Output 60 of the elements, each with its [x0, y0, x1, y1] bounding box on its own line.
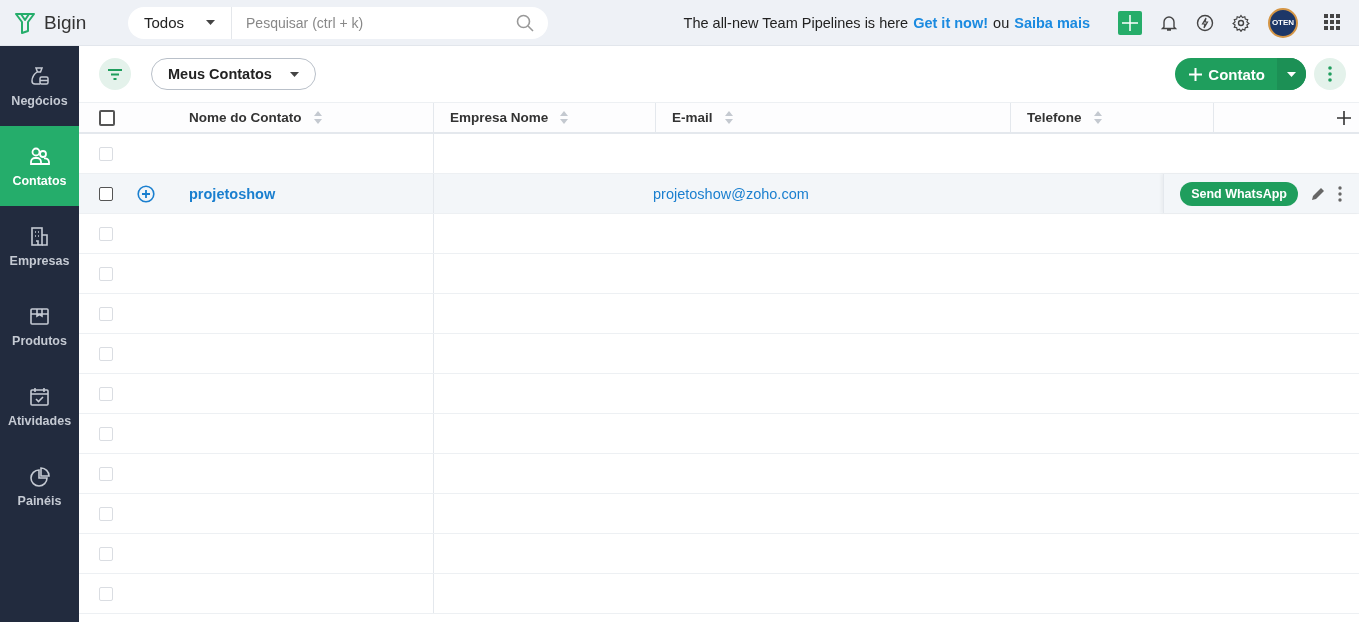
table-row[interactable]: [79, 294, 1359, 334]
caret-icon: [1287, 71, 1296, 77]
apps-grid-icon[interactable]: [1324, 14, 1341, 31]
table-row[interactable]: [79, 494, 1359, 534]
pencil-icon: [1310, 185, 1326, 202]
column-header[interactable]: E-mail: [672, 110, 713, 125]
plus-icon: [1122, 14, 1138, 31]
table-row[interactable]: [79, 534, 1359, 574]
lightning-circle-icon[interactable]: [1196, 13, 1214, 32]
column-header[interactable]: Nome do Contato: [189, 110, 302, 125]
settings-icon[interactable]: [1232, 13, 1250, 32]
sort-icon[interactable]: [560, 111, 569, 124]
row-checkbox[interactable]: [99, 186, 113, 201]
table-row[interactable]: [79, 414, 1359, 454]
sidebar-item[interactable]: Empresas: [0, 206, 79, 286]
app-name: Bigin: [44, 11, 87, 34]
table-row[interactable]: [79, 574, 1359, 614]
notification-bell-icon[interactable]: [1160, 13, 1178, 32]
sidebar-item[interactable]: Produtos: [0, 286, 79, 366]
add-button[interactable]: [1118, 10, 1142, 35]
table-row[interactable]: projetoshow projetoshow@zoho.com Send WhatsApp: [79, 174, 1359, 214]
caret-icon: [206, 20, 216, 25]
pie-chart-icon: [28, 464, 51, 488]
column-header[interactable]: Empresa Nome: [450, 110, 549, 125]
building-icon: [28, 224, 51, 248]
scope-dropdown[interactable]: Todos: [128, 6, 233, 39]
sidebar-item[interactable]: Negócios: [0, 46, 79, 126]
banner-separator: ou: [993, 14, 1010, 31]
bag-icon: [28, 64, 51, 88]
sidebar-item[interactable]: Atividades: [0, 366, 79, 446]
more-options-button[interactable]: [1314, 58, 1346, 90]
more-icon: [1338, 185, 1342, 202]
table-row[interactable]: [79, 254, 1359, 294]
add-column-icon[interactable]: [1337, 110, 1351, 125]
row-menu-button[interactable]: [1338, 185, 1342, 202]
sort-icon[interactable]: [313, 111, 322, 124]
sort-icon[interactable]: [1093, 111, 1102, 124]
table-row[interactable]: [79, 374, 1359, 414]
table-row[interactable]: [79, 454, 1359, 494]
profile-avatar[interactable]: OTEN: [1268, 7, 1298, 38]
sort-icon[interactable]: [724, 111, 733, 124]
filter-icon: [108, 68, 122, 80]
funnel-logo-icon: [14, 11, 36, 34]
view-dropdown[interactable]: Meus Contatos: [151, 58, 316, 90]
column-header[interactable]: Telefone: [1027, 110, 1082, 125]
filter-button[interactable]: [99, 58, 131, 90]
select-all-checkbox[interactable]: [99, 109, 115, 126]
more-icon: [1328, 66, 1332, 82]
edit-button[interactable]: [1310, 185, 1326, 202]
add-circle-icon[interactable]: [137, 184, 155, 203]
sidebar-item[interactable]: Painéis: [0, 446, 79, 526]
plus-icon: [1189, 67, 1203, 81]
email-link[interactable]: projetoshow@zoho.com: [653, 185, 809, 202]
caret-icon: [289, 71, 299, 77]
contact-name-link[interactable]: projetoshow: [189, 185, 276, 202]
banner-text: The all-new Team Pipelines is here: [683, 14, 909, 31]
table-row[interactable]: [79, 214, 1359, 254]
search-icon[interactable]: [516, 13, 534, 32]
table-row[interactable]: [79, 334, 1359, 374]
search-field[interactable]: Todos Pesquisar (ctrl + k): [128, 6, 548, 39]
